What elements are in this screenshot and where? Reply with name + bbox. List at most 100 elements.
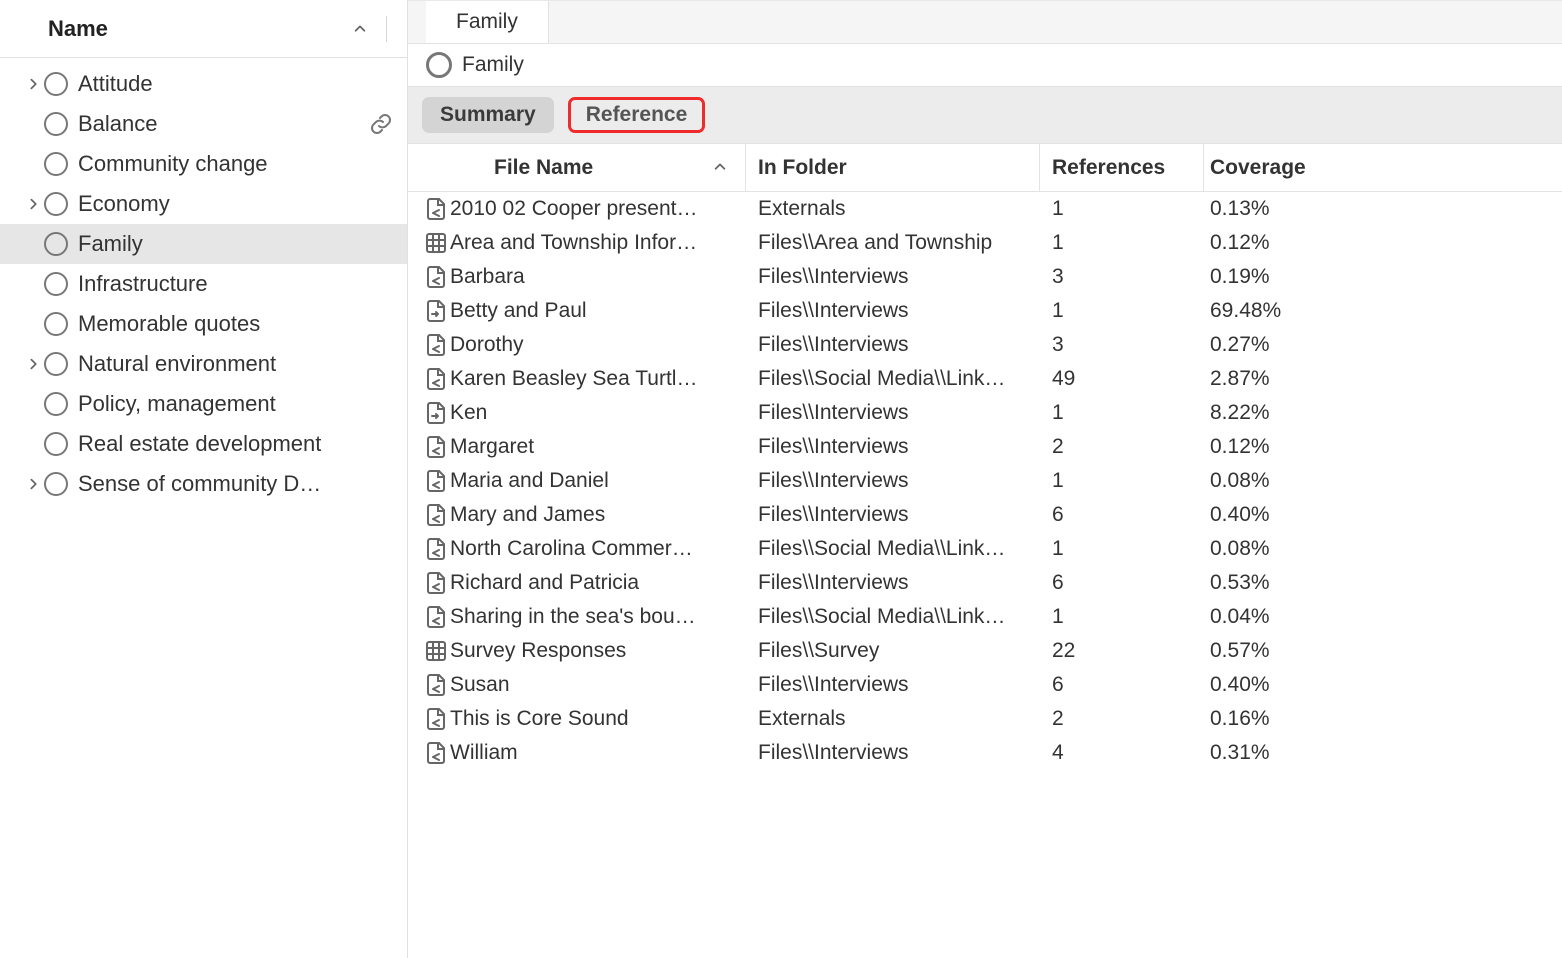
cell-coverage: 0.12% <box>1204 435 1338 459</box>
link-icon[interactable] <box>367 110 395 138</box>
cell-filename: Barbara <box>450 265 746 289</box>
column-header-coverage[interactable]: Coverage <box>1204 156 1338 180</box>
table-row[interactable]: MargaretFiles\\Interviews20.12% <box>408 430 1562 464</box>
node-circle-icon <box>44 112 68 136</box>
sidebar-item-label: Infrastructure <box>78 271 208 297</box>
column-header-infolder-label: In Folder <box>758 156 847 180</box>
cell-references: 2 <box>1040 707 1204 731</box>
column-header-filename-label: File Name <box>494 156 593 180</box>
column-header-infolder[interactable]: In Folder <box>746 144 1040 191</box>
cell-references: 6 <box>1040 571 1204 595</box>
table-row[interactable]: SusanFiles\\Interviews60.40% <box>408 668 1562 702</box>
sidebar-item-balance[interactable]: Balance <box>0 104 407 144</box>
sidebar-item-infrastructure[interactable]: Infrastructure <box>0 264 407 304</box>
cell-filename: Ken <box>450 401 746 425</box>
sidebar-item-memorable-quotes[interactable]: Memorable quotes <box>0 304 407 344</box>
expand-chevron-icon[interactable] <box>24 474 44 494</box>
sidebar-item-label: Community change <box>78 151 268 177</box>
cell-references: 1 <box>1040 299 1204 323</box>
cell-coverage: 0.08% <box>1204 537 1338 561</box>
cell-infolder: Files\\Interviews <box>746 333 1040 357</box>
node-circle-icon <box>44 272 68 296</box>
sidebar-item-economy[interactable]: Economy <box>0 184 407 224</box>
doc-arrow-icon <box>424 401 448 425</box>
table-row[interactable]: BarbaraFiles\\Interviews30.19% <box>408 260 1562 294</box>
cell-filename: This is Core Sound <box>450 707 746 731</box>
cell-infolder: Files\\Interviews <box>746 741 1040 765</box>
sort-asc-icon <box>713 156 727 180</box>
sidebar-item-label: Sense of community D… <box>78 471 321 497</box>
table-row[interactable]: Richard and PatriciaFiles\\Interviews60.… <box>408 566 1562 600</box>
node-title-row: Family <box>408 44 1562 87</box>
column-header-filename[interactable]: File Name <box>450 144 746 191</box>
cell-infolder: Files\\Interviews <box>746 401 1040 425</box>
cell-coverage: 0.40% <box>1204 673 1338 697</box>
cell-filename: Dorothy <box>450 333 746 357</box>
table-row[interactable]: Betty and PaulFiles\\Interviews169.48% <box>408 294 1562 328</box>
cell-infolder: Files\\Interviews <box>746 571 1040 595</box>
doc-share-icon <box>424 673 448 697</box>
cell-filename: Betty and Paul <box>450 299 746 323</box>
sidebar-header-label: Name <box>48 16 108 42</box>
cell-infolder: Files\\Social Media\\Link… <box>746 367 1040 391</box>
view-subtabs: Summary Reference <box>408 87 1562 144</box>
table-row[interactable]: DorothyFiles\\Interviews30.27% <box>408 328 1562 362</box>
column-header-references[interactable]: References <box>1040 144 1204 191</box>
cell-infolder: Files\\Survey <box>746 639 1040 663</box>
grid-icon <box>424 639 448 663</box>
table-row[interactable]: North Carolina Commer…Files\\Social Medi… <box>408 532 1562 566</box>
table-row[interactable]: Sharing in the sea's bou…Files\\Social M… <box>408 600 1562 634</box>
sidebar-item-attitude[interactable]: Attitude <box>0 64 407 104</box>
table-row[interactable]: Area and Township Infor…Files\\Area and … <box>408 226 1562 260</box>
cell-filename: William <box>450 741 746 765</box>
table-row[interactable]: 2010 02 Cooper present…Externals10.13% <box>408 192 1562 226</box>
column-header-coverage-label: Coverage <box>1210 156 1306 179</box>
tab-label: Family <box>456 10 518 34</box>
cell-coverage: 2.87% <box>1204 367 1338 391</box>
cell-coverage: 0.08% <box>1204 469 1338 493</box>
cell-coverage: 8.22% <box>1204 401 1338 425</box>
sidebar-item-label: Economy <box>78 191 170 217</box>
cell-coverage: 0.13% <box>1204 197 1338 221</box>
sidebar-item-label: Family <box>78 231 143 257</box>
subtab-reference[interactable]: Reference <box>568 97 706 133</box>
expand-chevron-icon[interactable] <box>24 194 44 214</box>
table-row[interactable]: Karen Beasley Sea Turtl…Files\\Social Me… <box>408 362 1562 396</box>
expand-chevron-icon[interactable] <box>24 354 44 374</box>
table-row[interactable]: Survey ResponsesFiles\\Survey220.57% <box>408 634 1562 668</box>
sidebar-item-community-change[interactable]: Community change <box>0 144 407 184</box>
cell-infolder: Files\\Interviews <box>746 469 1040 493</box>
column-divider <box>386 16 387 42</box>
sidebar-column-header[interactable]: Name <box>0 0 407 58</box>
cell-infolder: Files\\Social Media\\Link… <box>746 605 1040 629</box>
sidebar-item-policy-management[interactable]: Policy, management <box>0 384 407 424</box>
table-row[interactable]: Mary and JamesFiles\\Interviews60.40% <box>408 498 1562 532</box>
node-circle-icon <box>44 392 68 416</box>
tab-family[interactable]: Family <box>426 1 549 43</box>
sidebar-item-label: Policy, management <box>78 391 276 417</box>
subtab-summary[interactable]: Summary <box>422 97 554 133</box>
sidebar-item-real-estate-development[interactable]: Real estate development <box>0 424 407 464</box>
cell-coverage: 0.16% <box>1204 707 1338 731</box>
table-row[interactable]: WilliamFiles\\Interviews40.31% <box>408 736 1562 770</box>
cell-references: 3 <box>1040 333 1204 357</box>
doc-share-icon <box>424 435 448 459</box>
cell-references: 22 <box>1040 639 1204 663</box>
sort-chevron-up-icon[interactable] <box>352 21 368 37</box>
table-row[interactable]: KenFiles\\Interviews18.22% <box>408 396 1562 430</box>
cell-coverage: 0.57% <box>1204 639 1338 663</box>
cell-coverage: 0.12% <box>1204 231 1338 255</box>
cell-coverage: 69.48% <box>1204 299 1338 323</box>
doc-share-icon <box>424 469 448 493</box>
sidebar-item-sense-of-community-d[interactable]: Sense of community D… <box>0 464 407 504</box>
sidebar-item-natural-environment[interactable]: Natural environment <box>0 344 407 384</box>
expand-chevron-icon[interactable] <box>24 74 44 94</box>
cell-references: 2 <box>1040 435 1204 459</box>
cell-filename: Area and Township Infor… <box>450 231 746 255</box>
node-circle-icon <box>44 472 68 496</box>
table-row[interactable]: Maria and DanielFiles\\Interviews10.08% <box>408 464 1562 498</box>
table-row[interactable]: This is Core SoundExternals20.16% <box>408 702 1562 736</box>
sidebar-item-family[interactable]: Family <box>0 224 407 264</box>
cell-filename: Maria and Daniel <box>450 469 746 493</box>
main-panel: Family Family Summary Reference File Nam… <box>408 0 1562 958</box>
